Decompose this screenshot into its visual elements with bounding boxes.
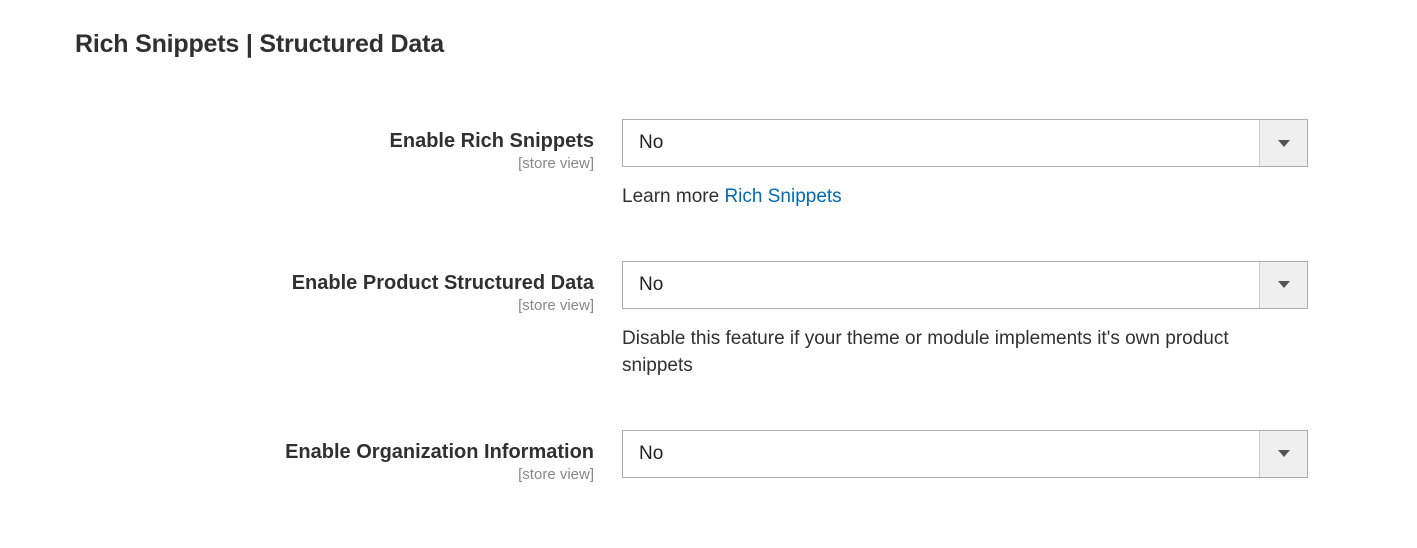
field-hint: Disable this feature if your theme or mo…: [622, 325, 1292, 380]
label-col: Enable Rich Snippets [store view]: [0, 119, 622, 172]
field-label: Enable Organization Information: [0, 440, 594, 464]
form-rows: Enable Rich Snippets [store view] No Lea…: [0, 119, 1417, 483]
field-enable-product-structured-data: Enable Product Structured Data [store vi…: [0, 261, 1417, 380]
field-label: Enable Rich Snippets: [0, 129, 594, 153]
control-col: No Disable this feature if your theme or…: [622, 261, 1322, 380]
field-enable-rich-snippets: Enable Rich Snippets [store view] No Lea…: [0, 119, 1417, 211]
hint-text: Learn more: [622, 186, 724, 207]
label-col: Enable Organization Information [store v…: [0, 430, 622, 483]
scope-label: [store view]: [0, 297, 594, 314]
enable-organization-information-select[interactable]: No: [622, 430, 1308, 478]
field-label: Enable Product Structured Data: [0, 271, 594, 295]
dropdown-button[interactable]: [1259, 262, 1307, 308]
section-title: Rich Snippets | Structured Data: [75, 30, 1417, 59]
scope-label: [store view]: [0, 155, 594, 172]
label-col: Enable Product Structured Data [store vi…: [0, 261, 622, 314]
enable-product-structured-data-select[interactable]: No: [622, 261, 1308, 309]
select-value: No: [623, 262, 1259, 308]
field-hint: Learn more Rich Snippets: [622, 183, 1292, 211]
chevron-down-icon: [1278, 140, 1290, 147]
select-value: No: [623, 431, 1259, 477]
dropdown-button[interactable]: [1259, 431, 1307, 477]
chevron-down-icon: [1278, 450, 1290, 457]
rich-snippets-link[interactable]: Rich Snippets: [724, 186, 841, 207]
control-col: No: [622, 430, 1322, 478]
control-col: No Learn more Rich Snippets: [622, 119, 1322, 211]
select-value: No: [623, 120, 1259, 166]
field-enable-organization-information: Enable Organization Information [store v…: [0, 430, 1417, 483]
enable-rich-snippets-select[interactable]: No: [622, 119, 1308, 167]
chevron-down-icon: [1278, 281, 1290, 288]
dropdown-button[interactable]: [1259, 120, 1307, 166]
scope-label: [store view]: [0, 466, 594, 483]
